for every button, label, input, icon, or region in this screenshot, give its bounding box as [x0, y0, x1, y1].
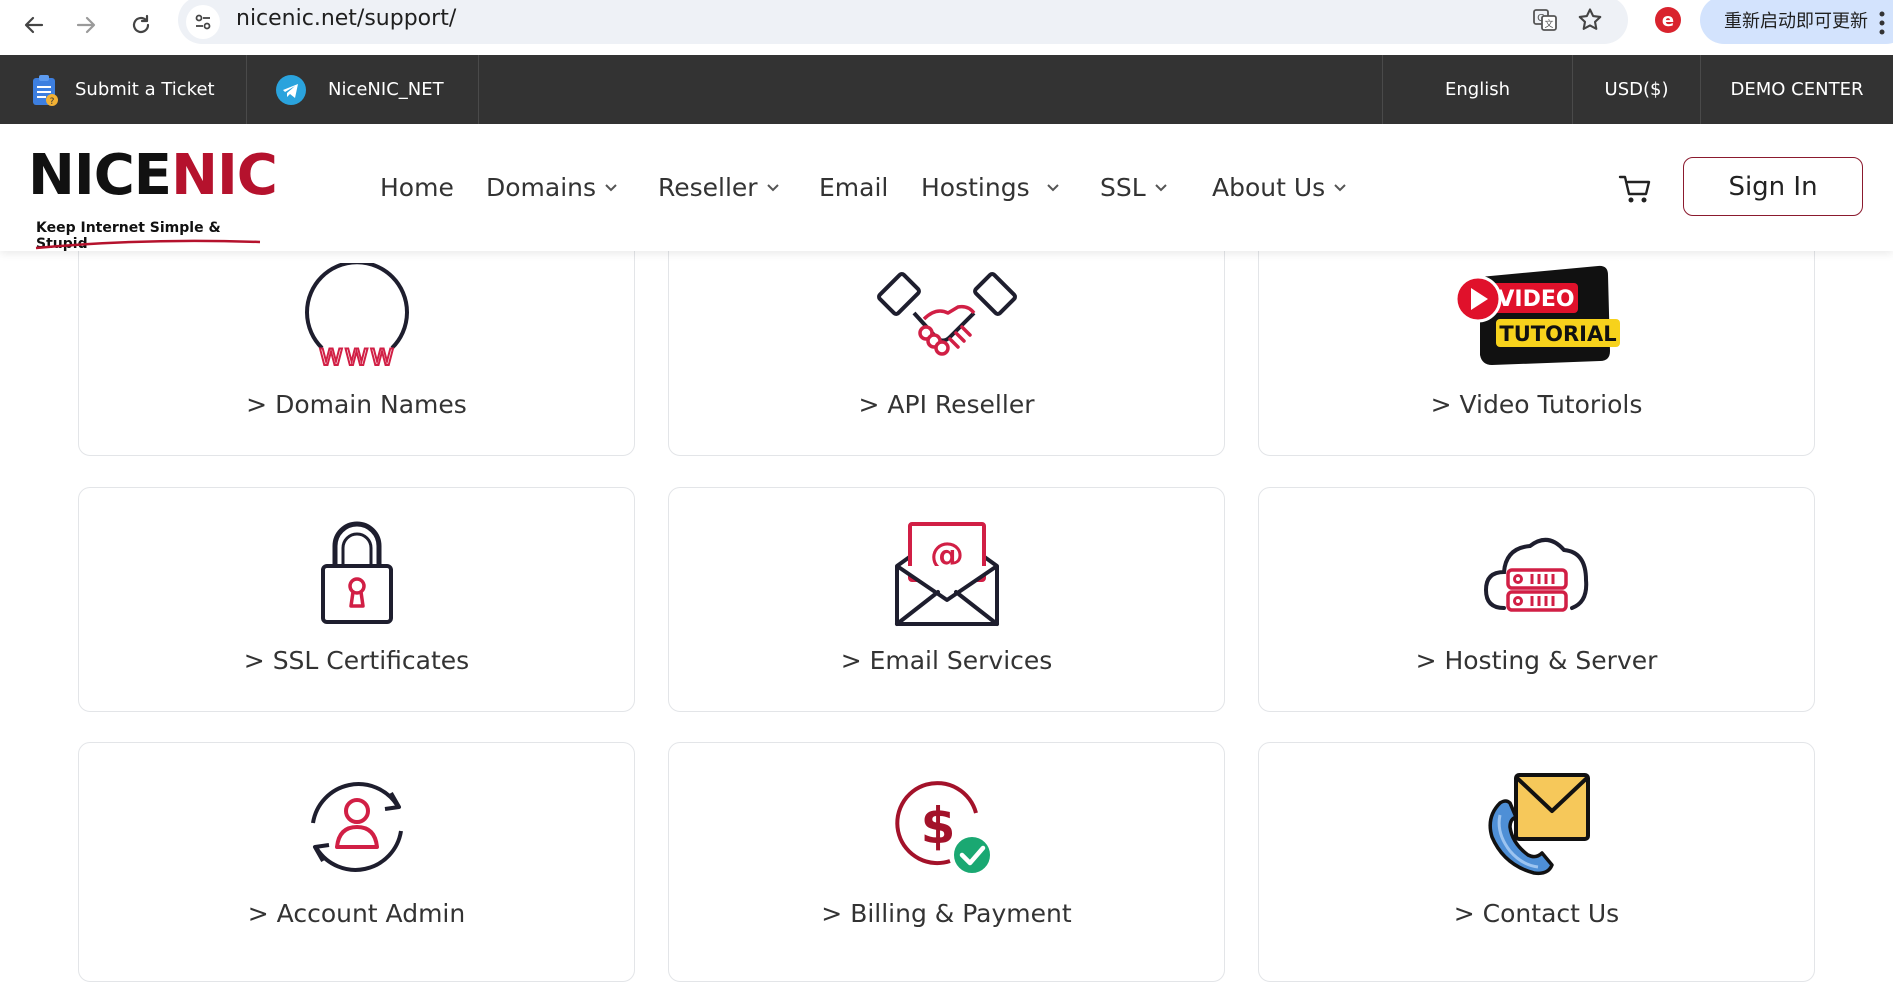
card-hosting-server[interactable]: > Hosting & Server [1258, 487, 1815, 712]
chevron-down-icon [1154, 183, 1167, 191]
card-label: > SSL Certificates [243, 646, 470, 675]
card-account-admin[interactable]: > Account Admin [78, 742, 635, 982]
dollar-check-icon: $ [894, 781, 994, 877]
card-api-reseller[interactable]: > API Reseller [668, 215, 1225, 456]
nav-email[interactable]: Email [819, 124, 888, 251]
nav-domains-label: Domains [486, 173, 597, 202]
envelope-icon: @ [894, 522, 999, 626]
card-contact-us[interactable]: > Contact Us [1258, 742, 1815, 982]
nav-reseller[interactable]: Reseller [658, 124, 780, 251]
logo-swoosh [35, 239, 261, 250]
card-label: > Video Tutoriols [1430, 390, 1643, 419]
card-video-tutorials[interactable]: VIDEO TUTORIAL > Video Tutoriols [1258, 215, 1815, 456]
chevron-down-icon [605, 183, 617, 191]
nav-about-us[interactable]: About Us [1212, 124, 1347, 251]
nav-hostings[interactable]: Hostings [921, 124, 1060, 251]
tutorial-text: TUTORIAL [1499, 322, 1616, 346]
www-globe-icon: www [304, 263, 409, 373]
card-label: > Contact Us [1453, 899, 1620, 928]
video-text: VIDEO [1497, 287, 1574, 312]
card-ssl-certificates[interactable]: > SSL Certificates [78, 487, 635, 712]
cloud-server-icon [1483, 538, 1588, 612]
nav-ssl[interactable]: SSL [1100, 124, 1168, 251]
card-label: > Email Services [840, 646, 1053, 675]
cart-icon[interactable] [1618, 174, 1652, 204]
card-email-services[interactable]: @ > Email Services [668, 487, 1225, 712]
card-label: > Domain Names [246, 390, 467, 419]
card-label: > API Reseller [858, 390, 1035, 419]
account-cycle-icon [310, 782, 403, 872]
card-billing-payment[interactable]: $ > Billing & Payment [668, 742, 1225, 982]
card-label: > Hosting & Server [1415, 646, 1658, 675]
card-label: > Billing & Payment [821, 899, 1072, 928]
dollar-text: $ [920, 797, 955, 855]
site-header: NICENIC Keep Internet Simple & Stupid Ho… [0, 124, 1893, 253]
chevron-down-icon [766, 183, 779, 191]
chevron-down-icon [1046, 183, 1059, 191]
nav-hostings-label: Hostings [921, 173, 1030, 202]
nav-about-us-label: About Us [1212, 173, 1326, 202]
nicenic-logo[interactable]: NICENIC Keep Internet Simple & Stupid [28, 146, 278, 253]
logo-wordmark: NICENIC [28, 143, 278, 208]
sign-in-label: Sign In [1728, 171, 1818, 202]
nav-home[interactable]: Home [380, 124, 454, 251]
sign-in-button[interactable]: Sign In [1683, 157, 1863, 216]
video-tutorial-icon: VIDEO TUTORIAL [1454, 265, 1620, 365]
nav-email-label: Email [819, 173, 889, 202]
nav-domains[interactable]: Domains [486, 124, 618, 251]
nav-home-label: Home [380, 173, 454, 202]
padlock-icon [320, 521, 393, 624]
nav-reseller-label: Reseller [658, 173, 758, 202]
phone-mail-icon [1488, 773, 1590, 876]
nav-ssl-label: SSL [1100, 173, 1146, 202]
card-label: > Account Admin [247, 899, 466, 928]
handshake-icon [876, 272, 1017, 356]
www-text: www [318, 338, 395, 373]
chevron-down-icon [1334, 183, 1346, 191]
